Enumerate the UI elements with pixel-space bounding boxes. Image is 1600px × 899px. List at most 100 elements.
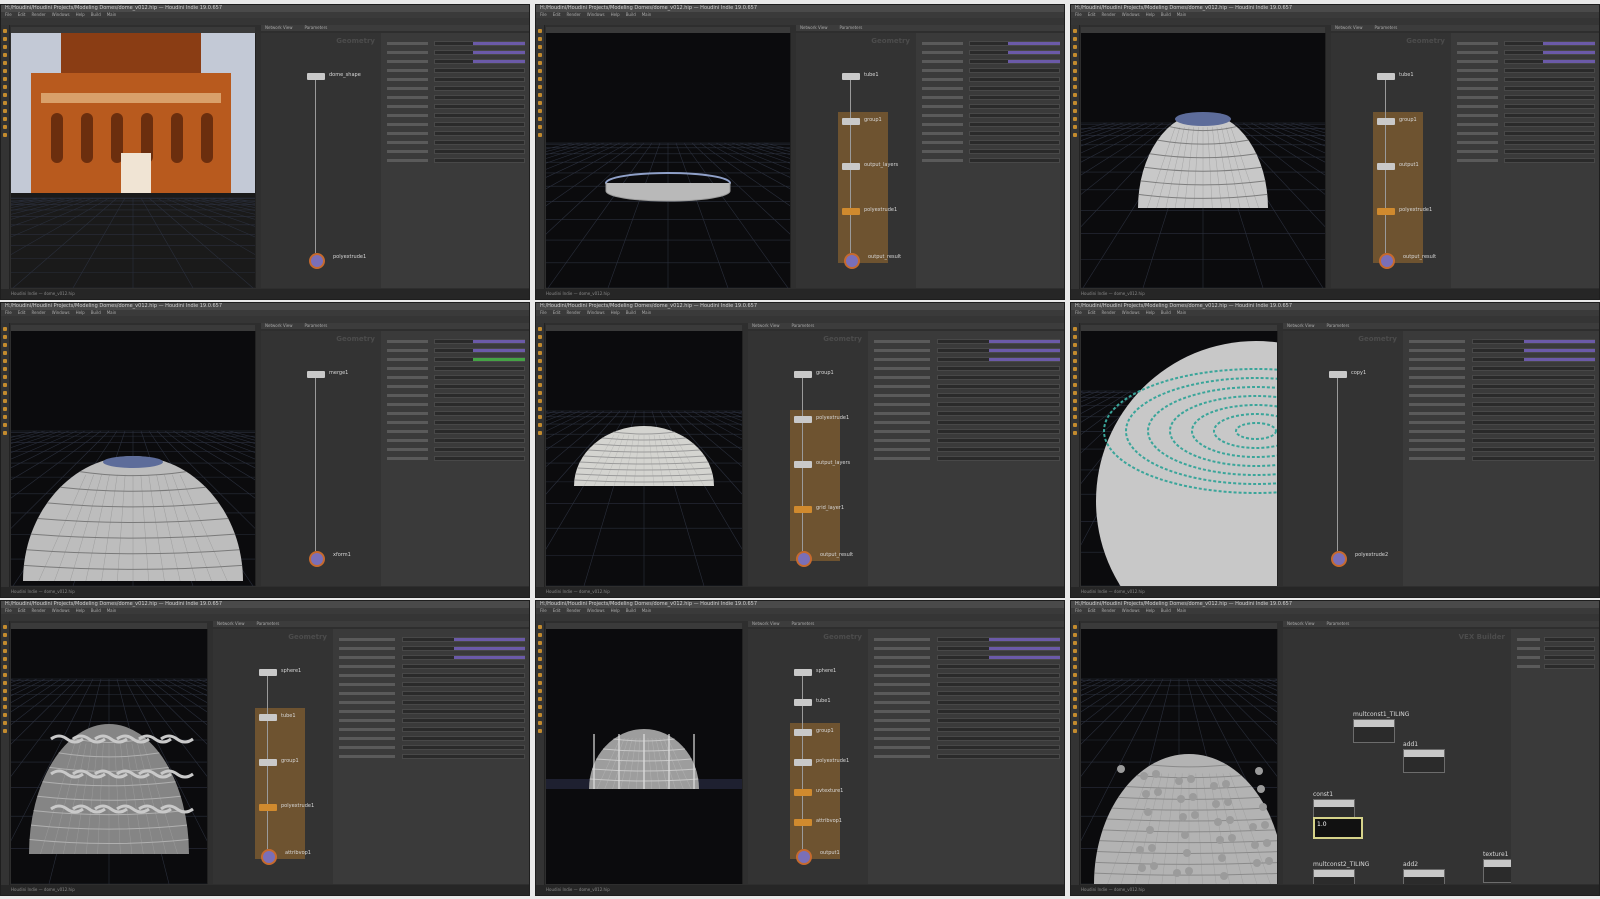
tool-icon[interactable] xyxy=(3,383,7,387)
scene-viewport[interactable] xyxy=(1081,331,1277,586)
menu-render[interactable]: Render xyxy=(1101,608,1115,613)
menu-main[interactable]: Main xyxy=(642,608,652,613)
pane-tab[interactable]: Network View xyxy=(748,323,779,328)
tool-icon[interactable] xyxy=(3,399,7,403)
vex-node[interactable] xyxy=(1403,749,1445,773)
parameter-field[interactable] xyxy=(1503,149,1595,154)
menu-main[interactable]: Main xyxy=(1177,310,1187,315)
pane-tab[interactable]: Network View xyxy=(748,621,779,626)
parameter-row[interactable] xyxy=(387,131,525,136)
tool-icon[interactable] xyxy=(3,93,7,97)
tool-icon[interactable] xyxy=(3,101,7,105)
menu-windows[interactable]: Windows xyxy=(1122,608,1140,613)
parameter-row[interactable] xyxy=(1409,402,1595,407)
parameter-field[interactable] xyxy=(402,682,525,687)
parameter-row[interactable] xyxy=(874,637,1060,642)
tool-icon[interactable] xyxy=(3,85,7,89)
parameter-field[interactable] xyxy=(402,745,525,750)
scene-viewport[interactable] xyxy=(546,331,742,586)
parameter-slider[interactable] xyxy=(989,358,1060,361)
parameter-slider[interactable] xyxy=(1524,340,1595,343)
parameter-field[interactable] xyxy=(402,754,525,759)
pane-tab[interactable]: Network View xyxy=(213,621,244,626)
menu-render[interactable]: Render xyxy=(1101,12,1115,17)
parameter-row[interactable] xyxy=(339,646,525,651)
menu-file[interactable]: File xyxy=(540,310,547,315)
menu-main[interactable]: Main xyxy=(107,12,117,17)
menu-render[interactable]: Render xyxy=(31,608,45,613)
tool-icon[interactable] xyxy=(1073,53,1077,57)
parameter-row[interactable] xyxy=(1457,122,1595,127)
parameter-row[interactable] xyxy=(339,664,525,669)
parameter-row[interactable] xyxy=(387,41,525,46)
parameter-field[interactable] xyxy=(433,140,525,145)
tool-icon[interactable] xyxy=(3,689,7,693)
parameter-field[interactable] xyxy=(433,95,525,100)
parameter-row[interactable] xyxy=(387,348,525,353)
parameter-field[interactable] xyxy=(937,673,1060,678)
parameter-field[interactable] xyxy=(968,140,1060,145)
parameter-row[interactable] xyxy=(874,420,1060,425)
parameter-field[interactable] xyxy=(937,709,1060,714)
scene-viewport[interactable] xyxy=(1081,33,1325,288)
tool-icon[interactable] xyxy=(538,77,542,81)
tool-icon[interactable] xyxy=(1073,673,1077,677)
parameter-row[interactable] xyxy=(1409,447,1595,452)
parameter-field[interactable] xyxy=(937,727,1060,732)
tool-icon[interactable] xyxy=(1073,391,1077,395)
pane-tab[interactable]: Network View xyxy=(1283,323,1314,328)
parameter-field[interactable] xyxy=(937,682,1060,687)
parameter-field[interactable] xyxy=(433,77,525,82)
parameter-row[interactable] xyxy=(874,718,1060,723)
network-node[interactable]: output_layers xyxy=(842,162,898,170)
tool-icon[interactable] xyxy=(538,673,542,677)
parameter-row[interactable] xyxy=(1517,664,1595,669)
tool-icon[interactable] xyxy=(3,327,7,331)
tool-icon[interactable] xyxy=(3,133,7,137)
tool-icon[interactable] xyxy=(3,697,7,701)
parameter-field[interactable] xyxy=(937,745,1060,750)
tool-icon[interactable] xyxy=(3,29,7,33)
tool-icon[interactable] xyxy=(538,431,542,435)
parameter-field[interactable] xyxy=(937,411,1060,416)
parameter-row[interactable] xyxy=(874,393,1060,398)
menu-main[interactable]: Main xyxy=(1177,12,1187,17)
tool-icon[interactable] xyxy=(1073,375,1077,379)
parameter-field[interactable] xyxy=(402,727,525,732)
network-node[interactable]: dome_shape xyxy=(307,72,361,80)
tool-icon[interactable] xyxy=(538,101,542,105)
tool-icon[interactable] xyxy=(1073,359,1077,363)
parameter-field[interactable] xyxy=(937,366,1060,371)
menu-main[interactable]: Main xyxy=(1177,608,1187,613)
parameter-row[interactable] xyxy=(922,140,1060,145)
vex-node[interactable] xyxy=(1403,869,1445,884)
menu-windows[interactable]: Windows xyxy=(1122,12,1140,17)
parameter-row[interactable] xyxy=(1457,113,1595,118)
pane-tab[interactable]: Parameters xyxy=(787,323,814,328)
parameter-row[interactable] xyxy=(387,122,525,127)
menu-windows[interactable]: Windows xyxy=(52,310,70,315)
menu-main[interactable]: Main xyxy=(642,310,652,315)
menu-windows[interactable]: Windows xyxy=(52,608,70,613)
tool-icon[interactable] xyxy=(3,61,7,65)
parameter-slider[interactable] xyxy=(454,647,525,650)
tool-icon[interactable] xyxy=(538,407,542,411)
tool-icon[interactable] xyxy=(3,633,7,637)
pane-tab[interactable]: Parameters xyxy=(300,25,327,30)
tool-icon[interactable] xyxy=(3,415,7,419)
parameter-field[interactable] xyxy=(433,375,525,380)
network-node[interactable]: output1 xyxy=(796,849,840,865)
tool-icon[interactable] xyxy=(538,359,542,363)
tool-icon[interactable] xyxy=(3,657,7,661)
network-node[interactable]: group1 xyxy=(259,758,299,766)
parameter-row[interactable] xyxy=(387,384,525,389)
menu-help[interactable]: Help xyxy=(76,310,85,315)
parameter-field[interactable] xyxy=(433,411,525,416)
tool-icon[interactable] xyxy=(538,633,542,637)
parameter-row[interactable] xyxy=(339,754,525,759)
menu-file[interactable]: File xyxy=(5,608,12,613)
parameter-field[interactable] xyxy=(1472,375,1595,380)
tool-icon[interactable] xyxy=(3,423,7,427)
network-editor[interactable]: Geometry sphere1 tube1 group1 polyextrude1 at… xyxy=(213,629,333,884)
tool-icon[interactable] xyxy=(1073,351,1077,355)
